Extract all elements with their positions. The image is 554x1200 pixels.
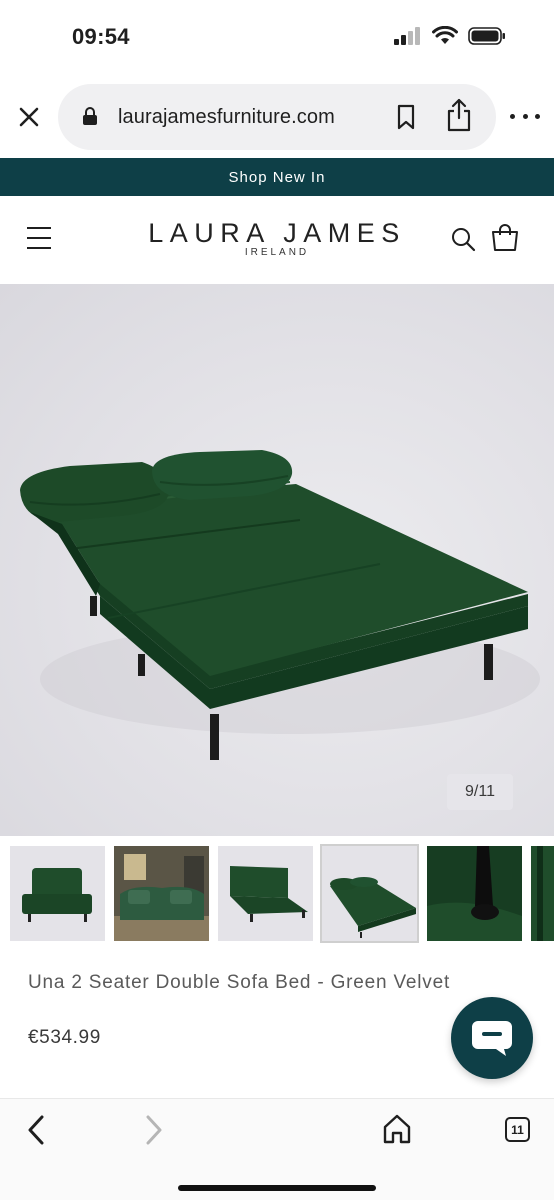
sofa-leg bbox=[138, 654, 145, 676]
sofa-leg bbox=[90, 596, 97, 616]
image-counter: 9/11 bbox=[447, 774, 513, 810]
wifi-icon bbox=[432, 26, 458, 44]
announcement-bar[interactable]: Shop New In bbox=[0, 158, 554, 196]
more-icon[interactable] bbox=[510, 108, 540, 124]
back-icon[interactable] bbox=[24, 1113, 48, 1147]
thumbnail-3[interactable] bbox=[218, 846, 313, 941]
cellular-signal-icon bbox=[394, 26, 420, 45]
address-bar[interactable]: laurajamesfurniture.com bbox=[58, 84, 496, 150]
browser-toolbar: laurajamesfurniture.com bbox=[0, 82, 554, 152]
lock-icon bbox=[83, 107, 97, 125]
chat-icon bbox=[472, 1021, 512, 1056]
chat-button[interactable] bbox=[451, 997, 533, 1079]
sofa-bed-photo bbox=[20, 450, 540, 760]
announcement-text[interactable]: Shop New In bbox=[229, 169, 326, 186]
product-main-image[interactable]: 9/11 bbox=[0, 284, 554, 836]
site-header: LAURA JAMES IRELAND bbox=[0, 196, 554, 284]
thumbnail-4-active[interactable] bbox=[320, 844, 419, 943]
thumbnail-image bbox=[114, 846, 209, 941]
thumbnail-image bbox=[531, 846, 554, 941]
thumbnail-image bbox=[218, 846, 313, 941]
thumbnail-5[interactable] bbox=[427, 846, 522, 941]
browser-bottom-toolbar: 11 bbox=[0, 1098, 554, 1200]
home-icon[interactable] bbox=[382, 1113, 412, 1145]
tab-count: 11 bbox=[511, 1122, 524, 1137]
thumbnail-image bbox=[10, 846, 105, 941]
product-price: €534.99 bbox=[28, 1027, 101, 1048]
sofa-leg bbox=[210, 714, 219, 760]
battery-icon bbox=[468, 26, 505, 45]
search-icon[interactable] bbox=[450, 226, 476, 252]
close-icon[interactable] bbox=[14, 102, 44, 132]
thumbnail-2[interactable] bbox=[114, 846, 209, 941]
thumbnail-6[interactable] bbox=[531, 846, 554, 941]
thumbnail-1[interactable] bbox=[10, 846, 105, 941]
cart-icon[interactable] bbox=[490, 223, 520, 253]
product-title: Una 2 Seater Double Sofa Bed - Green Vel… bbox=[28, 972, 451, 993]
home-indicator bbox=[178, 1185, 376, 1191]
status-icons bbox=[394, 26, 506, 45]
share-icon[interactable] bbox=[446, 98, 472, 132]
thumbnail-image bbox=[427, 846, 522, 941]
thumbnail-strip[interactable] bbox=[0, 838, 554, 950]
forward-icon[interactable] bbox=[142, 1113, 166, 1147]
thumbnail-image bbox=[322, 846, 417, 941]
status-time: 09:54 bbox=[72, 24, 130, 49]
tabs-icon[interactable]: 11 bbox=[505, 1117, 530, 1142]
status-bar: 09:54 bbox=[0, 0, 554, 74]
bookmark-icon[interactable] bbox=[396, 104, 416, 130]
url-text[interactable]: laurajamesfurniture.com bbox=[118, 106, 335, 129]
sofa-leg bbox=[484, 644, 493, 680]
